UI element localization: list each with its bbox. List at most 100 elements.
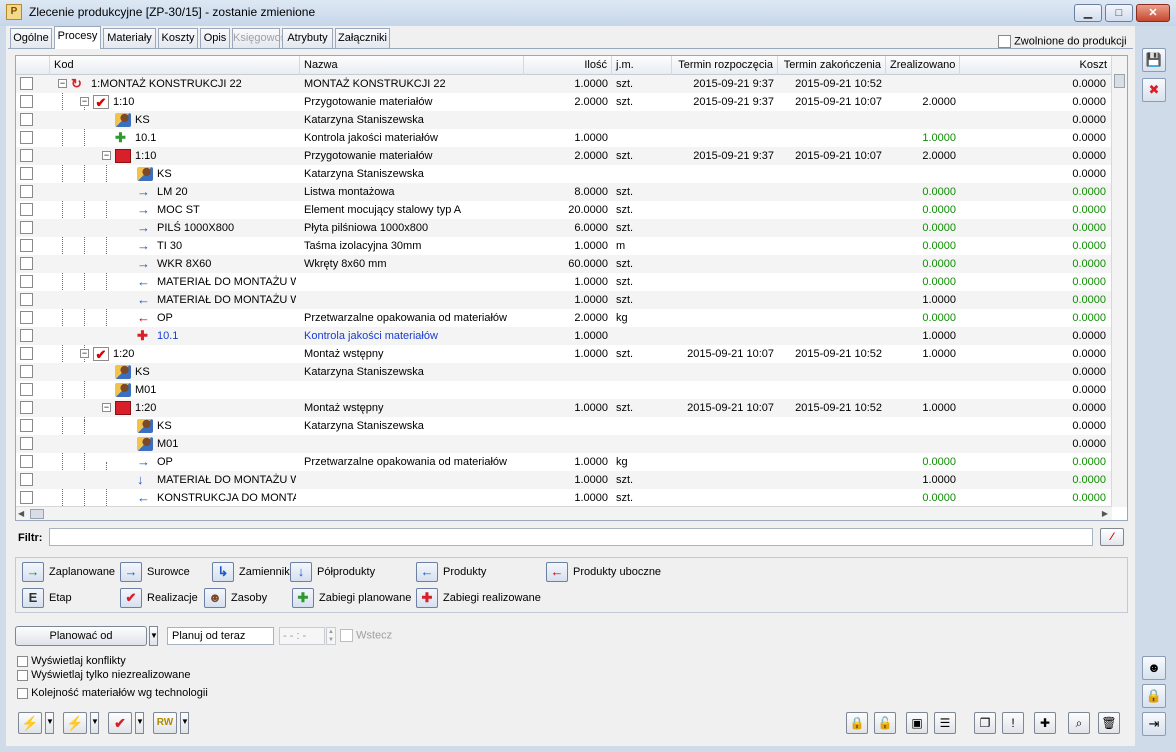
copy-button[interactable]: ❐: [974, 712, 996, 734]
material-order-checkbox[interactable]: [17, 687, 28, 699]
button-dropdown[interactable]: ▼: [90, 712, 99, 734]
lightning-green-button[interactable]: ⚡: [63, 712, 87, 734]
row-checkbox[interactable]: [20, 221, 33, 234]
table-row[interactable]: ← MATERIAŁ DO MONTAŻU WS 1.0000 szt. 0.0000 0…: [16, 273, 1112, 291]
row-checkbox[interactable]: [20, 293, 33, 306]
option-conflicts[interactable]: Wyświetlaj konflikty: [17, 655, 126, 667]
close-button[interactable]: ✕: [1136, 4, 1170, 22]
conflict-button[interactable]: !: [1002, 712, 1024, 734]
filter-clear-button[interactable]: ⁄: [1100, 528, 1124, 546]
table-row[interactable]: M01 0.0000: [16, 381, 1112, 399]
table-row[interactable]: → LM 20 Listwa montażowa 8.0000 szt. 0.0000 0.…: [16, 183, 1112, 201]
table-row[interactable]: ✚ 10.1 Kontrola jakości materiałów 1.0000 1.…: [16, 327, 1112, 345]
row-checkbox[interactable]: [20, 203, 33, 216]
released-option[interactable]: Zwolnione do produkcji: [998, 35, 1127, 48]
table-row[interactable]: KS Katarzyna Staniszewska 0.0000: [16, 165, 1112, 183]
button-dropdown[interactable]: ▼: [180, 712, 189, 734]
plan-mode-field[interactable]: Planuj od teraz: [167, 627, 274, 645]
option-material-order[interactable]: Kolejność materiałów wg technologii: [17, 687, 208, 699]
tree-expander[interactable]: −: [80, 349, 89, 358]
col-jm[interactable]: j.m.: [612, 56, 672, 75]
table-row[interactable]: → TI 30 Taśma izolacyjna 30mm 1.0000 m 0.0000…: [16, 237, 1112, 255]
col-ilosc[interactable]: Ilość: [524, 56, 612, 75]
resource-assign-button[interactable]: ☻: [1142, 656, 1166, 680]
col-nazwa[interactable]: Nazwa: [300, 56, 524, 75]
cancel-button[interactable]: ✖: [1142, 78, 1166, 102]
lightning-orange-button[interactable]: ⚡: [18, 712, 42, 734]
realization-button-button[interactable]: ✔: [108, 712, 132, 734]
table-row[interactable]: − ✔ 1:10 Przygotowanie materiałów 2.0000 szt.…: [16, 93, 1112, 111]
table-row[interactable]: ↓ MATERIAŁ DO MONTAŻU WS 1.0000 szt. 1.0000 0…: [16, 471, 1112, 489]
conflicts-checkbox[interactable]: [17, 655, 28, 667]
gantt-button[interactable]: ☰: [934, 712, 956, 734]
row-checkbox[interactable]: [20, 239, 33, 252]
minimize-button[interactable]: ▁: [1074, 4, 1102, 22]
table-row[interactable]: − ✔ 1:20 Montaż wstępny 1.0000 szt. 2015-09-21…: [16, 345, 1112, 363]
row-checkbox[interactable]: [20, 95, 33, 108]
table-row[interactable]: ← KONSTRUKCJA DO MONTAŻ 1.0000 szt. 0.0000 0.…: [16, 489, 1112, 507]
table-row[interactable]: → PILŚ 1000X800 Płyta pilśniowa 1000x800 6.…: [16, 219, 1112, 237]
add-button[interactable]: ✚: [1034, 712, 1056, 734]
table-row[interactable]: − 1:10 Przygotowanie materiałów 2.0000 szt. 2…: [16, 147, 1112, 165]
row-checkbox[interactable]: [20, 365, 33, 378]
option-unrealized[interactable]: Wyświetlaj tylko niezrealizowane: [17, 669, 191, 681]
tab-koszty[interactable]: Koszty: [158, 28, 198, 48]
row-checkbox[interactable]: [20, 131, 33, 144]
tab-załączniki[interactable]: Załączniki: [335, 28, 390, 48]
row-checkbox[interactable]: [20, 77, 33, 90]
table-row[interactable]: KS Katarzyna Staniszewska 0.0000: [16, 111, 1112, 129]
row-checkbox[interactable]: [20, 383, 33, 396]
row-checkbox[interactable]: [20, 113, 33, 126]
row-checkbox[interactable]: [20, 437, 33, 450]
table-row[interactable]: M01 0.0000: [16, 435, 1112, 453]
scroll-right-icon[interactable]: ▶: [1102, 507, 1108, 520]
maximize-button[interactable]: □: [1105, 4, 1133, 22]
lock-button[interactable]: 🔒: [1142, 684, 1166, 708]
row-checkbox[interactable]: [20, 473, 33, 486]
tree-expander[interactable]: −: [102, 151, 111, 160]
table-row[interactable]: − ↻ 1:MONTAŻ KONSTRUKCJI 22 MONTAŻ KONSTRUK…: [16, 75, 1112, 93]
delete-button[interactable]: 🗑: [1098, 712, 1120, 734]
row-checkbox[interactable]: [20, 167, 33, 180]
plan-from-button[interactable]: Planować od: [15, 626, 147, 646]
export-button[interactable]: ▣: [906, 712, 928, 734]
table-row[interactable]: → OP Przetwarzalne opakowania od materiałó…: [16, 453, 1112, 471]
row-checkbox[interactable]: [20, 329, 33, 342]
col-zrealizowano[interactable]: Zrealizowano: [886, 56, 960, 75]
row-checkbox[interactable]: [20, 455, 33, 468]
row-checkbox[interactable]: [20, 347, 33, 360]
process-tree-grid[interactable]: Kod Nazwa Ilość j.m. Termin rozpoczęcia …: [15, 55, 1128, 521]
horizontal-scrollbar[interactable]: ◀ ▶: [16, 506, 1112, 520]
vertical-scroll-thumb[interactable]: [1114, 74, 1125, 88]
col-koszt[interactable]: Koszt: [960, 56, 1112, 75]
rw-button[interactable]: RW: [153, 712, 177, 734]
scroll-left-icon[interactable]: ◀: [18, 507, 24, 520]
horizontal-scroll-thumb[interactable]: [30, 509, 44, 519]
tree-expander[interactable]: −: [58, 79, 67, 88]
row-checkbox[interactable]: [20, 149, 33, 162]
row-checkbox[interactable]: [20, 401, 33, 414]
table-row[interactable]: → MOC ST Element mocujący stalowy typ A 20.…: [16, 201, 1112, 219]
lock-green-button[interactable]: 🔒: [846, 712, 868, 734]
row-checkbox[interactable]: [20, 311, 33, 324]
tab-opis[interactable]: Opis: [200, 28, 230, 48]
tab-procesy[interactable]: Procesy: [54, 26, 101, 49]
button-dropdown[interactable]: ▼: [135, 712, 144, 734]
save-button[interactable]: 💾: [1142, 48, 1166, 72]
unrealized-checkbox[interactable]: [17, 669, 28, 681]
tab-ogólne[interactable]: Ogólne: [10, 28, 52, 48]
row-checkbox[interactable]: [20, 185, 33, 198]
unlock-green-button[interactable]: 🔓: [874, 712, 896, 734]
table-row[interactable]: ← MATERIAŁ DO MONTAŻU WS 1.0000 szt. 1.0000 0…: [16, 291, 1112, 309]
filter-input[interactable]: [49, 528, 1093, 546]
tree-expander[interactable]: −: [102, 403, 111, 412]
plan-from-dropdown[interactable]: ▼: [149, 626, 158, 646]
table-row[interactable]: − 1:20 Montaż wstępny 1.0000 szt. 2015-09-21 …: [16, 399, 1112, 417]
tab-atrybuty[interactable]: Atrybuty: [282, 28, 333, 48]
pin-button[interactable]: ⇥: [1142, 712, 1166, 736]
tab-materiały[interactable]: Materiały: [103, 28, 156, 48]
row-checkbox[interactable]: [20, 257, 33, 270]
search-button[interactable]: ⌕: [1068, 712, 1090, 734]
col-end[interactable]: Termin zakończenia: [778, 56, 886, 75]
row-checkbox[interactable]: [20, 275, 33, 288]
